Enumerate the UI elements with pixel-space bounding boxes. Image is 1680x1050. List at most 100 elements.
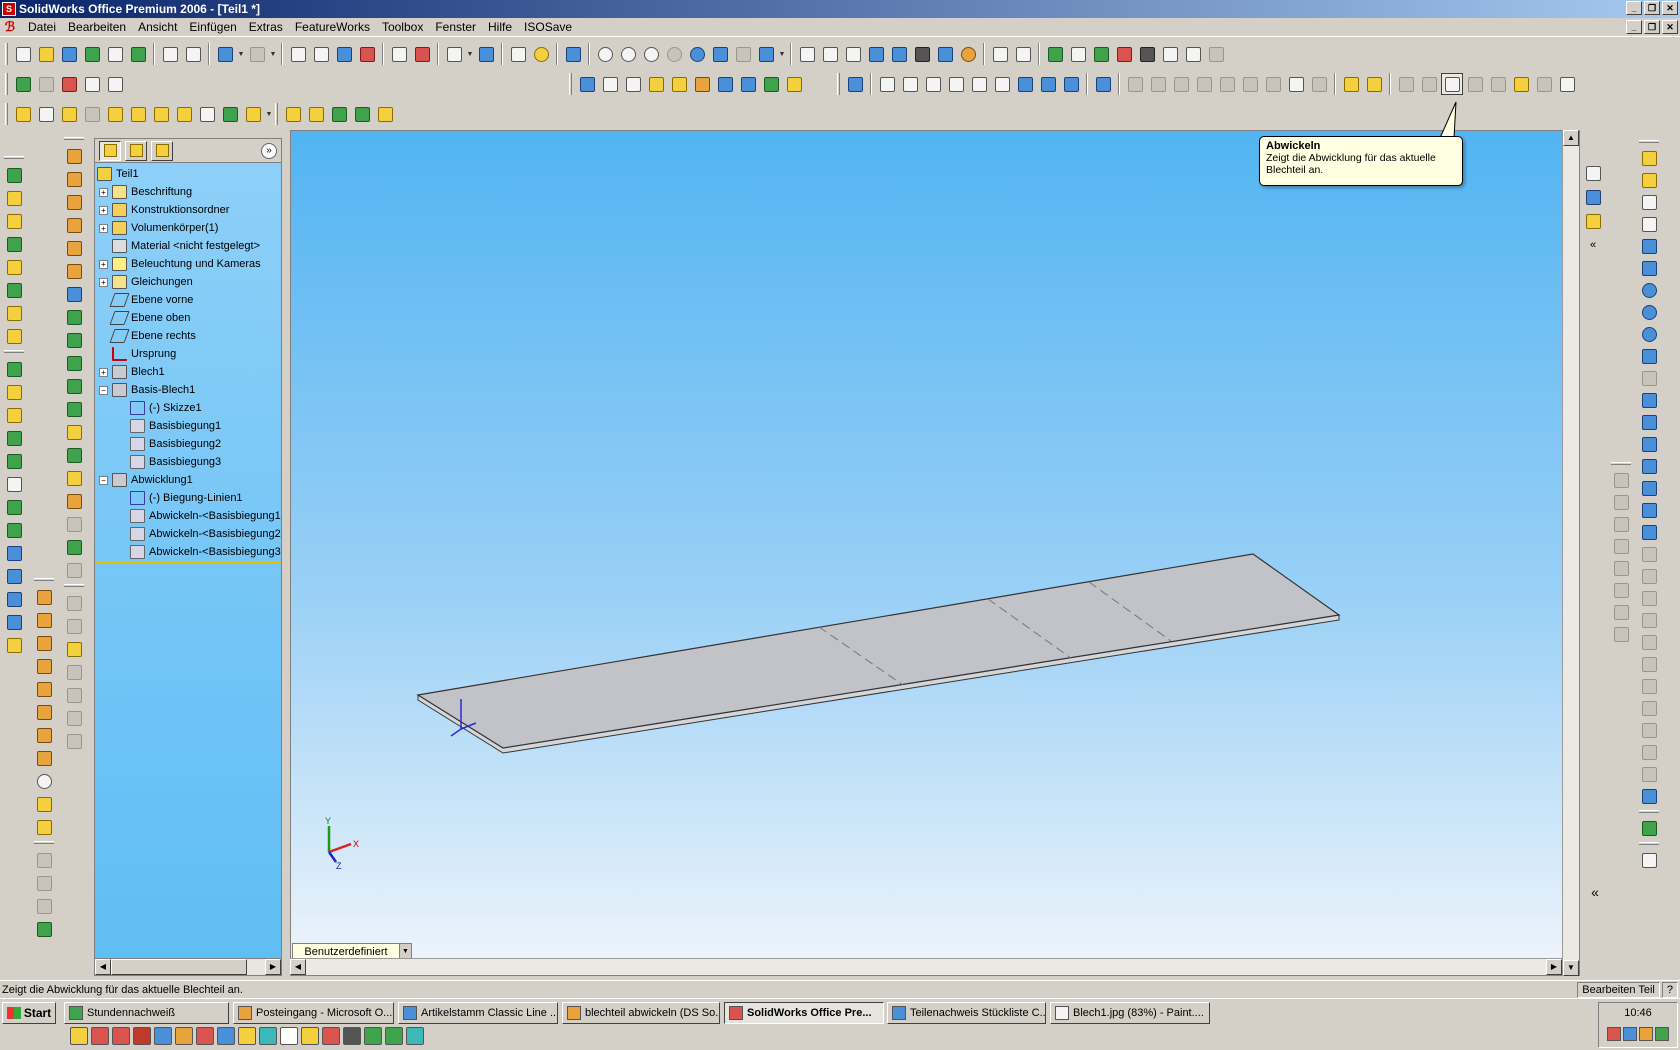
expand-plus-icon[interactable]: + bbox=[99, 367, 108, 377]
import-diagnostics-icon[interactable] bbox=[737, 73, 759, 95]
mass-properties-icon[interactable] bbox=[622, 73, 644, 95]
disabled-relation-5-icon[interactable] bbox=[1608, 558, 1634, 579]
graphics-area[interactable]: Y X Z bbox=[290, 130, 1580, 976]
tree-item[interactable]: Teil1 bbox=[95, 165, 281, 183]
tree-item[interactable]: Abwickeln-<Basisbiegung3 bbox=[95, 543, 281, 561]
toolbar-grip[interactable] bbox=[569, 73, 572, 95]
collapse-minus-icon[interactable]: − bbox=[99, 475, 108, 485]
expand-plus-icon[interactable]: + bbox=[99, 259, 108, 269]
table-pattern-icon[interactable] bbox=[2, 611, 26, 633]
toolbar-grip[interactable] bbox=[1639, 842, 1659, 845]
status-help-icon[interactable]: ? bbox=[1661, 981, 1678, 998]
menu-datei[interactable]: Datei bbox=[22, 19, 62, 36]
sketch-blue-icon[interactable] bbox=[1636, 786, 1662, 807]
check-entity-icon[interactable] bbox=[668, 73, 690, 95]
pan-icon[interactable] bbox=[709, 43, 731, 65]
roll-view-icon[interactable] bbox=[732, 43, 754, 65]
toolbar-grip[interactable] bbox=[4, 156, 24, 159]
quick-launch-icon[interactable] bbox=[112, 1027, 130, 1045]
polygon-icon[interactable] bbox=[1636, 456, 1662, 477]
disabled-sketch-icon[interactable] bbox=[1636, 544, 1662, 565]
welded-corner-icon[interactable] bbox=[1262, 73, 1284, 95]
edge-flange-icon[interactable] bbox=[1124, 73, 1146, 95]
print-icon[interactable] bbox=[159, 43, 181, 65]
redo-icon[interactable] bbox=[246, 43, 268, 65]
shirt-icon[interactable] bbox=[32, 816, 56, 838]
radiate-surface-icon[interactable] bbox=[62, 329, 86, 351]
quick-launch-icon[interactable] bbox=[301, 1027, 319, 1045]
zoom-in-out-icon[interactable] bbox=[640, 43, 662, 65]
model-canvas[interactable]: Y X Z bbox=[291, 131, 1580, 976]
new-macro-icon[interactable] bbox=[81, 73, 103, 95]
surface-sweep-icon[interactable] bbox=[62, 191, 86, 213]
save-icon[interactable] bbox=[58, 43, 80, 65]
trim-surface-icon[interactable] bbox=[62, 421, 86, 443]
routing-icon[interactable] bbox=[1159, 43, 1181, 65]
stop-macro-icon[interactable] bbox=[35, 73, 57, 95]
tab-configuration-manager[interactable] bbox=[151, 140, 173, 161]
offset-entities-icon[interactable] bbox=[58, 103, 80, 125]
reference-point-icon[interactable] bbox=[351, 103, 373, 125]
options-dropdown-icon[interactable]: ▼ bbox=[466, 43, 474, 65]
measure-icon[interactable] bbox=[562, 43, 584, 65]
disabled-sketch-3-icon[interactable] bbox=[1636, 588, 1662, 609]
convert-entities-icon[interactable] bbox=[104, 103, 126, 125]
file-properties-icon[interactable] bbox=[475, 43, 497, 65]
tab-feature-manager[interactable] bbox=[99, 140, 121, 161]
convert-to-sheet-metal-icon[interactable] bbox=[1510, 73, 1532, 95]
helix-icon[interactable] bbox=[32, 678, 56, 700]
disabled-curve-2-icon[interactable] bbox=[32, 872, 56, 894]
delete-face-icon[interactable] bbox=[62, 467, 86, 489]
edit-macro-icon[interactable] bbox=[104, 73, 126, 95]
feature-tree-horizontal-scrollbar[interactable]: ◀ ▶ bbox=[95, 958, 281, 975]
section-view-icon[interactable] bbox=[934, 43, 956, 65]
disabled-relation-6-icon[interactable] bbox=[1608, 580, 1634, 601]
tree-item[interactable]: Material <nicht festgelegt> bbox=[95, 237, 281, 255]
menu-fenster[interactable]: Fenster bbox=[429, 19, 482, 36]
scroll-thumb[interactable] bbox=[111, 959, 247, 975]
disabled-sketch-10-icon[interactable] bbox=[1636, 742, 1662, 763]
quick-launch-icon[interactable] bbox=[259, 1027, 277, 1045]
chamfer-icon[interactable] bbox=[2, 381, 26, 403]
solid-box-icon[interactable] bbox=[32, 793, 56, 815]
tab-property-manager[interactable] bbox=[125, 140, 147, 161]
taskbar-button[interactable]: Stundennachweiß bbox=[64, 1002, 229, 1024]
projected-curve-icon[interactable] bbox=[32, 609, 56, 631]
extend-entities-icon[interactable] bbox=[150, 103, 172, 125]
disabled-sketch-2-icon[interactable] bbox=[1636, 566, 1662, 587]
move-component-icon[interactable] bbox=[989, 43, 1011, 65]
mirror-icon[interactable] bbox=[2, 542, 26, 564]
statistics-icon[interactable] bbox=[691, 73, 713, 95]
photoworks-icon[interactable] bbox=[1044, 43, 1066, 65]
redo-dropdown-icon[interactable]: ▼ bbox=[269, 43, 277, 65]
viewport-horizontal-scrollbar[interactable]: ◀ ▶ bbox=[290, 958, 1562, 975]
collapse-task-pane-icon[interactable]: « bbox=[1582, 234, 1604, 256]
rib-icon[interactable] bbox=[2, 404, 26, 426]
circular-pattern-icon[interactable] bbox=[2, 519, 26, 541]
revolved-cut-icon[interactable] bbox=[2, 302, 26, 324]
tree-item[interactable]: (-) Skizze1 bbox=[95, 399, 281, 417]
spell-check-icon[interactable] bbox=[576, 73, 598, 95]
menu-extras[interactable]: Extras bbox=[243, 19, 289, 36]
tree-item[interactable]: + Volumenkörper(1) bbox=[95, 219, 281, 237]
disabled-sketch-8-icon[interactable] bbox=[1636, 698, 1662, 719]
point-icon[interactable] bbox=[1636, 434, 1662, 455]
fully-defined-icon[interactable] bbox=[219, 103, 241, 125]
tree-item[interactable]: Ebene vorne bbox=[95, 291, 281, 309]
tree-item[interactable]: Ebene oben bbox=[95, 309, 281, 327]
coordinate-system-icon[interactable] bbox=[328, 103, 350, 125]
toolbar-grip[interactable] bbox=[4, 350, 24, 353]
centerline-icon[interactable] bbox=[1636, 390, 1662, 411]
expand-plus-icon[interactable]: + bbox=[99, 187, 108, 197]
rebuild-traffic-light-icon[interactable] bbox=[356, 43, 378, 65]
quick-launch-icon[interactable] bbox=[343, 1027, 361, 1045]
measure-tool-icon[interactable] bbox=[599, 73, 621, 95]
split-line-icon[interactable] bbox=[32, 586, 56, 608]
toolbar-grip[interactable] bbox=[34, 578, 54, 581]
swept-cut-icon[interactable] bbox=[2, 325, 26, 347]
toolbar-grip[interactable] bbox=[34, 841, 54, 844]
disabled-relation-8-icon[interactable] bbox=[1608, 624, 1634, 645]
quick-launch-icon[interactable] bbox=[406, 1027, 424, 1045]
view-trimetric-icon[interactable] bbox=[1037, 73, 1059, 95]
menu-einfuegen[interactable]: Einfügen bbox=[183, 19, 242, 36]
